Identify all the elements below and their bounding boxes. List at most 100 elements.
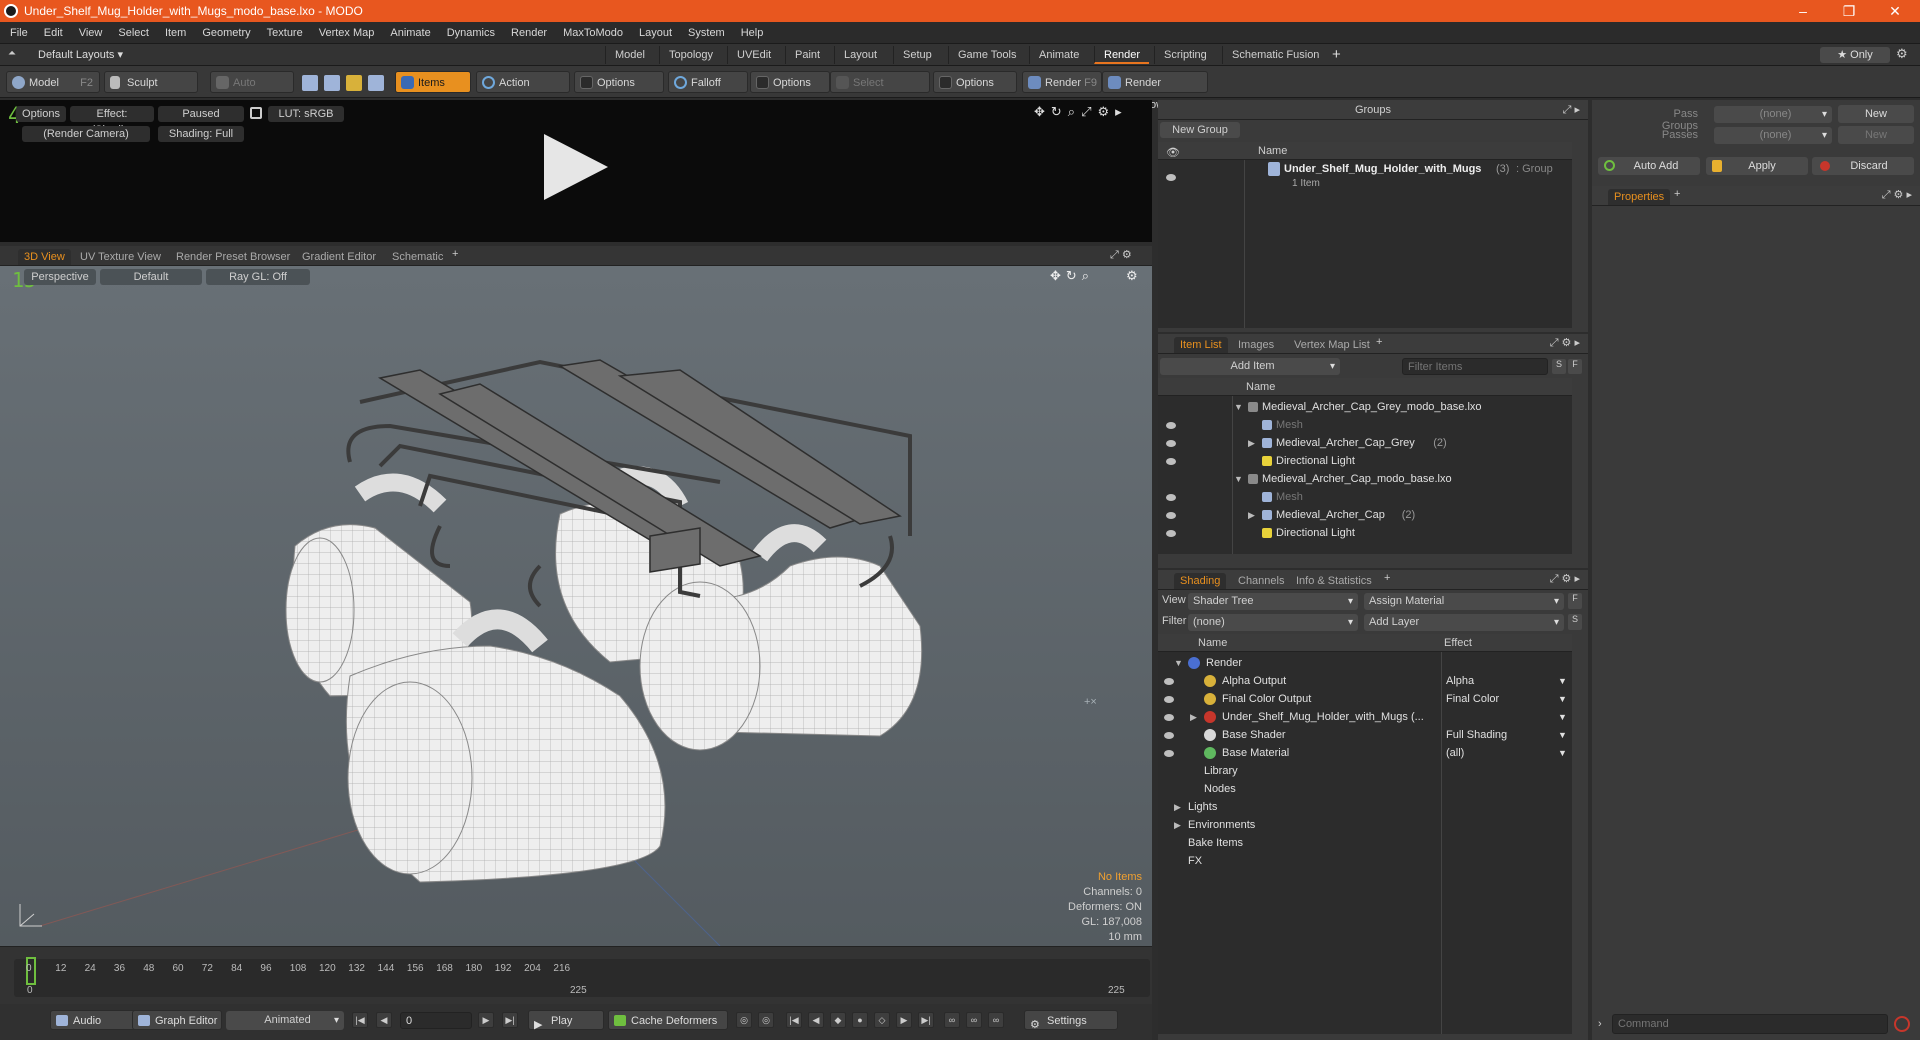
add-tab-icon[interactable]: +: [1332, 46, 1341, 63]
expand-arrow-icon[interactable]: ▶: [1174, 816, 1181, 834]
shader-tree-row[interactable]: Bake Items: [1158, 834, 1572, 852]
go-start-icon[interactable]: |◀: [352, 1012, 368, 1028]
edges-mode-icon[interactable]: [324, 75, 340, 91]
keyframe-icon[interactable]: ◆: [830, 1012, 846, 1028]
shader-tree-row[interactable]: ▶ Under_Shelf_Mug_Holder_with_Mugs (... ▼: [1158, 708, 1572, 726]
layout-preset-dropdown[interactable]: Default Layouts ▾: [38, 48, 123, 61]
item-list-row[interactable]: Directional Light: [1158, 452, 1572, 470]
link-icon[interactable]: ∞: [966, 1012, 982, 1028]
shader-tree-row[interactable]: ▶ Environments: [1158, 816, 1572, 834]
key-icon[interactable]: ◎: [758, 1012, 774, 1028]
render-window-button[interactable]: Render Window: [1102, 71, 1208, 111]
item-list-row[interactable]: ▶ Medieval_Archer_Cap_Grey (2): [1158, 434, 1572, 452]
effect-dropdown[interactable]: Alpha: [1446, 672, 1568, 690]
tab-channels[interactable]: Channels: [1232, 573, 1290, 589]
shader-tree-row[interactable]: Base Shader Full Shading ▼: [1158, 726, 1572, 744]
effect-dropdown[interactable]: (all): [1446, 744, 1568, 762]
passes-dropdown[interactable]: (none): [1714, 127, 1832, 144]
auto-add-button[interactable]: Auto Add: [1598, 157, 1700, 175]
select-through-button[interactable]: Select Through: [830, 71, 930, 111]
menu-maxtomodo[interactable]: MaxToModo: [555, 22, 631, 44]
tab-info-statistics[interactable]: Info & Statistics: [1290, 573, 1378, 589]
play-icon[interactable]: [544, 134, 608, 200]
shader-tree-row[interactable]: Nodes: [1158, 780, 1572, 798]
add-item-dropdown[interactable]: Add Item: [1160, 358, 1340, 375]
tab-shading[interactable]: Shading: [1174, 573, 1227, 589]
expand-icon[interactable]: ⤢ ▸: [1563, 100, 1580, 120]
shader-tree-row[interactable]: Library: [1158, 762, 1572, 780]
tab-model[interactable]: Model: [605, 46, 654, 64]
s-toggle-button[interactable]: S: [1568, 614, 1582, 630]
apply-button[interactable]: Apply: [1706, 157, 1808, 175]
shader-tree-row[interactable]: FX: [1158, 852, 1572, 870]
panel-options-icon[interactable]: ⤢ ⚙ ▸: [1550, 336, 1580, 350]
item-list-row[interactable]: Mesh: [1158, 488, 1572, 506]
record-icon[interactable]: ●: [852, 1012, 868, 1028]
current-frame-input[interactable]: [400, 1012, 472, 1029]
key-icon[interactable]: ◎: [736, 1012, 752, 1028]
falloff-options-button[interactable]: Options: [750, 71, 830, 93]
visibility-eye-icon[interactable]: [1164, 714, 1174, 721]
tab-topology[interactable]: Topology: [659, 46, 722, 64]
expand-arrow-icon[interactable]: ▼: [1174, 654, 1183, 672]
tab-vertex-map-list[interactable]: Vertex Map List: [1288, 337, 1376, 353]
materials-mode-icon[interactable]: [368, 75, 384, 91]
effect-dropdown[interactable]: Final Color: [1446, 690, 1568, 708]
visibility-eye-icon[interactable]: [1166, 422, 1176, 429]
menu-help[interactable]: Help: [733, 22, 772, 44]
auto-key-icon[interactable]: ◇: [874, 1012, 890, 1028]
shading-dropdown[interactable]: Shading: Full: [158, 126, 244, 142]
assign-material-button[interactable]: Assign Material: [1364, 593, 1564, 610]
visibility-eye-icon[interactable]: [1164, 696, 1174, 703]
command-input[interactable]: [1612, 1014, 1888, 1034]
prev-key-icon[interactable]: |◀: [786, 1012, 802, 1028]
panel-options-icon[interactable]: ⤢ ⚙ ▸: [1550, 572, 1580, 586]
expand-arrow-icon[interactable]: ▼: [1234, 398, 1243, 416]
f-toggle-button[interactable]: F: [1568, 359, 1582, 374]
only-button[interactable]: ★ Only: [1820, 47, 1890, 63]
minimize-button[interactable]: –: [1780, 0, 1826, 22]
lut-dropdown[interactable]: LUT: sRGB: [268, 106, 344, 122]
tab-images[interactable]: Images: [1232, 337, 1280, 353]
prev-key-icon[interactable]: ◀: [808, 1012, 824, 1028]
shader-tree-row[interactable]: Final Color Output Final Color ▼: [1158, 690, 1572, 708]
expand-arrow-icon[interactable]: ▶: [1248, 434, 1255, 452]
paused-button[interactable]: Paused: [158, 106, 244, 122]
shader-tree-row[interactable]: ▶ Lights: [1158, 798, 1572, 816]
shader-tree-row[interactable]: Alpha Output Alpha ▼: [1158, 672, 1572, 690]
sculpt-button[interactable]: Sculpt: [104, 71, 198, 93]
gear-icon[interactable]: ⚙: [1896, 46, 1908, 62]
new-pass-group-button[interactable]: New: [1838, 105, 1914, 123]
action-center-options-button[interactable]: Options: [574, 71, 664, 93]
item-list-row[interactable]: Mesh: [1158, 416, 1572, 434]
tab-layout[interactable]: Layout: [834, 46, 886, 64]
menu-edit[interactable]: Edit: [36, 22, 71, 44]
item-list-row[interactable]: ▼ Medieval_Archer_Cap_modo_base.lxo: [1158, 470, 1572, 488]
cache-deformers-button[interactable]: Cache Deformers: [608, 1010, 728, 1030]
tab-uv-texture-view[interactable]: UV Texture View: [74, 249, 167, 265]
expand-arrow-icon[interactable]: ▶: [1174, 798, 1181, 816]
preview-options-button[interactable]: Options: [16, 106, 66, 122]
tab-game-tools[interactable]: Game Tools: [948, 46, 1026, 64]
tab-schematic-fusion[interactable]: Schematic Fusion: [1222, 46, 1328, 64]
visibility-eye-icon[interactable]: [1166, 458, 1176, 465]
expand-arrow-icon[interactable]: ▶: [1190, 708, 1197, 726]
dropdown-arrow-icon[interactable]: ▼: [1558, 672, 1567, 690]
visibility-eye-icon[interactable]: [1164, 678, 1174, 685]
model-mode-button[interactable]: Model F2: [6, 71, 100, 93]
vertices-mode-icon[interactable]: [302, 75, 318, 91]
menu-animate[interactable]: Animate: [382, 22, 438, 44]
unlock-icon[interactable]: [250, 107, 262, 119]
close-button[interactable]: ✕: [1872, 0, 1918, 22]
step-forward-icon[interactable]: ▶: [478, 1012, 494, 1028]
command-history-icon[interactable]: [1894, 1016, 1910, 1032]
tab-animate[interactable]: Animate: [1029, 46, 1088, 64]
dropdown-arrow-icon[interactable]: ▼: [1558, 690, 1567, 708]
menu-dynamics[interactable]: Dynamics: [439, 22, 503, 44]
polygons-mode-icon[interactable]: [346, 75, 362, 91]
preview-nav-icons[interactable]: ✥↻⌕⤢⚙▸: [1034, 104, 1128, 120]
view-dropdown[interactable]: Shader Tree: [1188, 593, 1358, 610]
add-layer-dropdown[interactable]: Add Layer: [1364, 614, 1564, 631]
add-tab-icon[interactable]: +: [1384, 572, 1390, 584]
tab-scripting[interactable]: Scripting: [1154, 46, 1216, 64]
